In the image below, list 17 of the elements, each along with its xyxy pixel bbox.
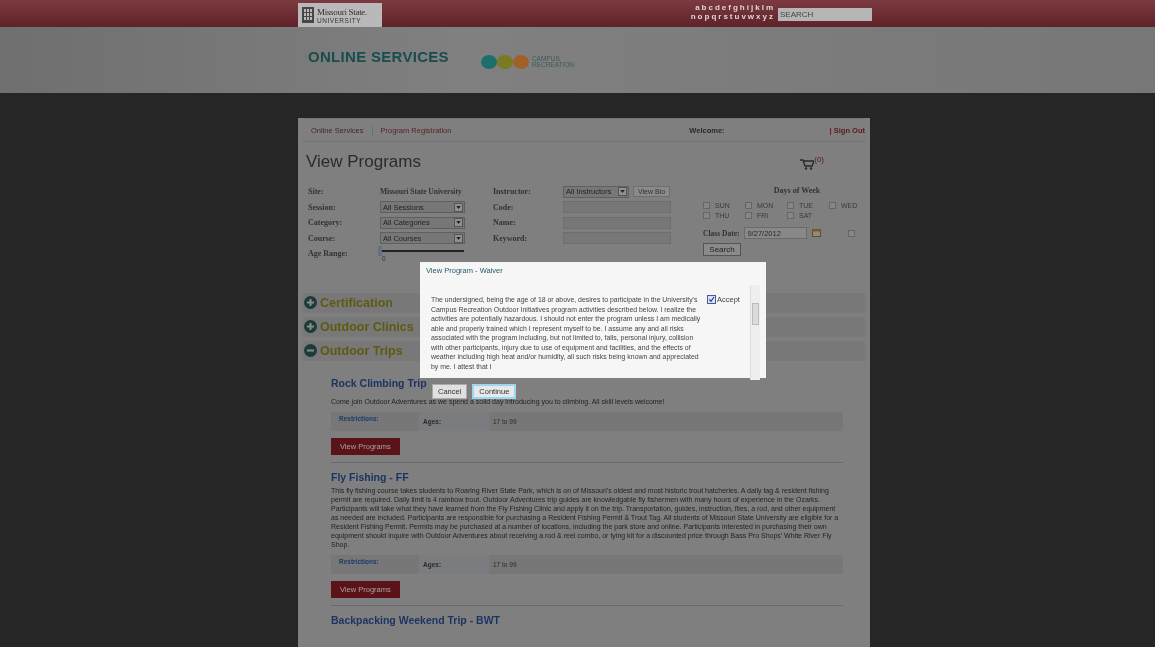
- field-label: Name:: [493, 218, 517, 228]
- page-title: View Programs: [306, 152, 421, 172]
- logo-text: Missouri State.: [317, 6, 367, 17]
- category-title: Certification: [320, 295, 393, 310]
- site-title: ONLINE SERVICES: [308, 48, 449, 65]
- field-label: Instructor:: [493, 187, 532, 197]
- field-label: Category:: [308, 218, 344, 228]
- field-label: Course:: [308, 233, 337, 243]
- field-label: Code:: [493, 202, 515, 212]
- category-title: Outdoor Clinics: [320, 319, 414, 334]
- field-label: Age Range:: [308, 249, 349, 259]
- field-label: Session:: [308, 202, 337, 212]
- field-label: Site:: [308, 187, 325, 197]
- field-label: Keyword:: [493, 233, 529, 243]
- category-title: Outdoor Trips: [320, 343, 403, 358]
- days-heading: Days of Week: [772, 186, 822, 195]
- cart-count: (0): [814, 154, 824, 164]
